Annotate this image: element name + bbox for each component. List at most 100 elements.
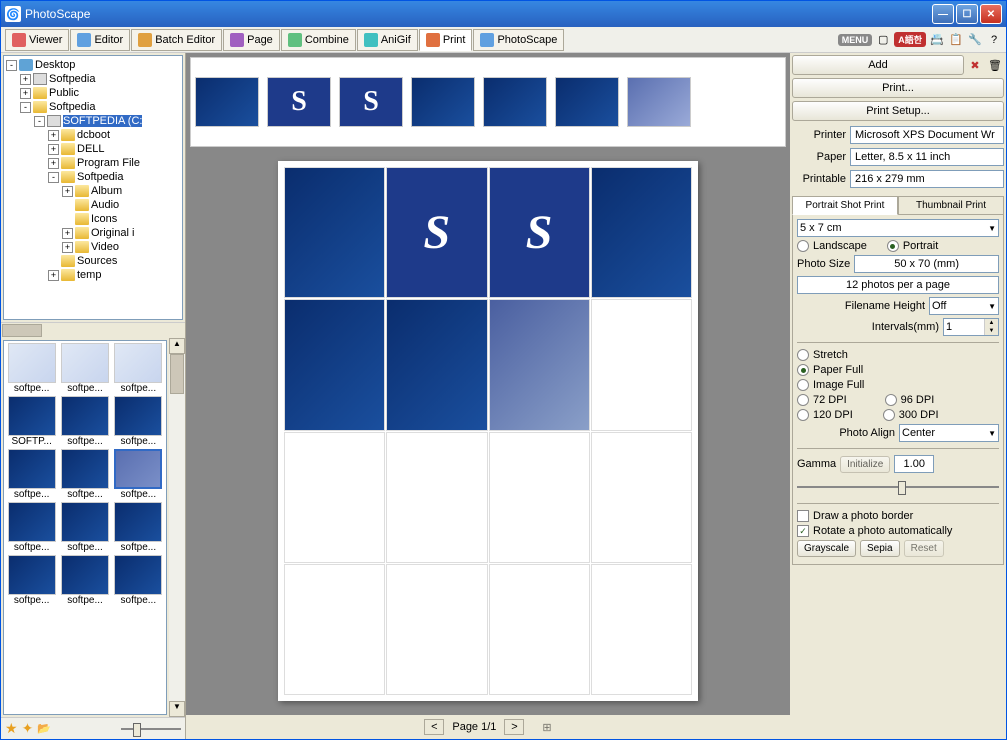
tree-toggle[interactable]: + [62,186,73,197]
tab-portrait-shot-print[interactable]: Portrait Shot Print [792,196,898,215]
filmstrip-thumb[interactable]: S [267,77,331,127]
portrait-radio[interactable] [887,240,899,252]
filename-height-select[interactable]: Off [929,297,999,315]
tree-toggle[interactable]: - [20,102,31,113]
page-cell[interactable] [591,564,692,695]
tab-anigif[interactable]: AniGif [357,29,418,51]
add-button[interactable]: Add [792,55,964,75]
wrench-icon[interactable]: 🔧 [967,32,983,48]
tree-item[interactable]: Album [91,185,122,197]
page-cell[interactable] [386,564,487,695]
tab-combine[interactable]: Combine [281,29,356,51]
tree-item[interactable]: Softpedia [77,171,123,183]
star-add-icon[interactable]: ✦ [22,720,34,737]
blank-icon[interactable]: ▢ [875,32,891,48]
print-setup-button[interactable]: Print Setup... [792,101,1004,121]
tree-item[interactable]: Icons [91,213,117,225]
tree-toggle[interactable]: + [48,158,59,169]
print-button[interactable]: Print... [792,78,1004,98]
tree-toggle[interactable]: + [48,144,59,155]
tree-item[interactable]: Audio [91,199,119,211]
tree-toggle[interactable]: - [6,60,17,71]
close-button[interactable]: ✕ [980,4,1002,24]
page-cell[interactable] [284,432,385,563]
tree-toggle[interactable]: - [34,116,45,127]
thumbnail[interactable] [61,502,109,542]
page-cell[interactable] [489,564,590,695]
help-icon[interactable]: ? [986,32,1002,48]
tab-print[interactable]: Print [419,29,473,51]
tree-root[interactable]: Desktop [35,59,75,71]
page-cell[interactable]: S [489,167,590,298]
thumbnail-panel[interactable]: softpe...softpe...softpe...SOFTP...softp… [3,340,167,715]
page-cell[interactable] [489,299,590,430]
tree-item[interactable]: Public [49,87,79,99]
tree-item[interactable]: dcboot [77,129,110,141]
tab-page[interactable]: Page [223,29,280,51]
tree-item[interactable]: Original i [91,227,134,239]
tab-photoscape[interactable]: PhotoScape [473,29,564,51]
initialize-button[interactable]: Initialize [840,456,890,473]
grayscale-button[interactable]: Grayscale [797,540,856,557]
thumbnail[interactable] [8,555,56,595]
delete-icon[interactable]: ✖ [966,56,984,74]
tree-item[interactable]: Program File [77,157,140,169]
tree-toggle[interactable]: + [62,242,73,253]
size-select[interactable]: 5 x 7 cm [797,219,999,237]
thumbnail[interactable] [114,449,162,489]
thumbnail[interactable] [8,502,56,542]
page-cell[interactable] [591,432,692,563]
thumbnail[interactable] [114,396,162,436]
thumbnail[interactable] [114,343,162,383]
thumbnail[interactable] [114,555,162,595]
next-page-button[interactable]: > [504,719,524,735]
reset-button[interactable]: Reset [904,540,944,557]
photo-align-select[interactable]: Center [899,424,999,442]
prev-page-button[interactable]: < [424,719,444,735]
grid-toggle-icon[interactable]: ⊞ [542,721,551,734]
dpi96-radio[interactable] [885,394,897,406]
dpi300-radio[interactable] [883,409,895,421]
filmstrip-thumb[interactable] [555,77,619,127]
tree-item[interactable]: SOFTPEDIA (C: [63,115,142,127]
tree-toggle[interactable]: + [62,228,73,239]
tree-item[interactable]: Softpedia [49,73,95,85]
tree-toggle[interactable]: + [48,270,59,281]
copy-icon[interactable]: 📋 [948,32,964,48]
tree-item[interactable]: Sources [77,255,117,267]
thumbs-vscrollbar[interactable]: ▲ ▼ [169,338,185,717]
paper-full-radio[interactable] [797,364,809,376]
tree-toggle[interactable]: - [48,172,59,183]
stretch-radio[interactable] [797,349,809,361]
filmstrip-thumb[interactable] [411,77,475,127]
filmstrip-thumb[interactable] [195,77,259,127]
thumbnail[interactable] [8,449,56,489]
minimize-button[interactable]: — [932,4,954,24]
tree-item[interactable]: DELL [77,143,105,155]
filmstrip-thumb[interactable] [627,77,691,127]
draw-border-checkbox[interactable] [797,510,809,522]
dpi72-radio[interactable] [797,394,809,406]
page-cell[interactable] [489,432,590,563]
tab-thumbnail-print[interactable]: Thumbnail Print [898,196,1004,215]
page-cell[interactable]: S [386,167,487,298]
star-icon[interactable]: ★ [5,720,18,737]
maximize-button[interactable]: ☐ [956,4,978,24]
menu-badge[interactable]: MENU [838,34,873,46]
gamma-slider[interactable] [797,477,999,497]
trash-icon[interactable]: 🗑 [986,56,1004,74]
folder-tree[interactable]: - Desktop + Softpedia + Public - Softpedia - SOF… [3,55,183,320]
language-badge[interactable]: A語한 [894,32,926,47]
intervals-spinner[interactable]: ▲▼ [943,318,999,336]
zoom-slider[interactable] [121,719,181,739]
page-cell[interactable] [284,299,385,430]
thumbnail[interactable] [114,502,162,542]
thumbnail[interactable] [61,396,109,436]
page-cell[interactable] [591,167,692,298]
dpi120-radio[interactable] [797,409,809,421]
page-cell[interactable] [284,167,385,298]
landscape-radio[interactable] [797,240,809,252]
page-cell[interactable] [386,299,487,430]
folder-open-icon[interactable]: 📂 [37,722,51,735]
filmstrip-thumb[interactable]: S [339,77,403,127]
